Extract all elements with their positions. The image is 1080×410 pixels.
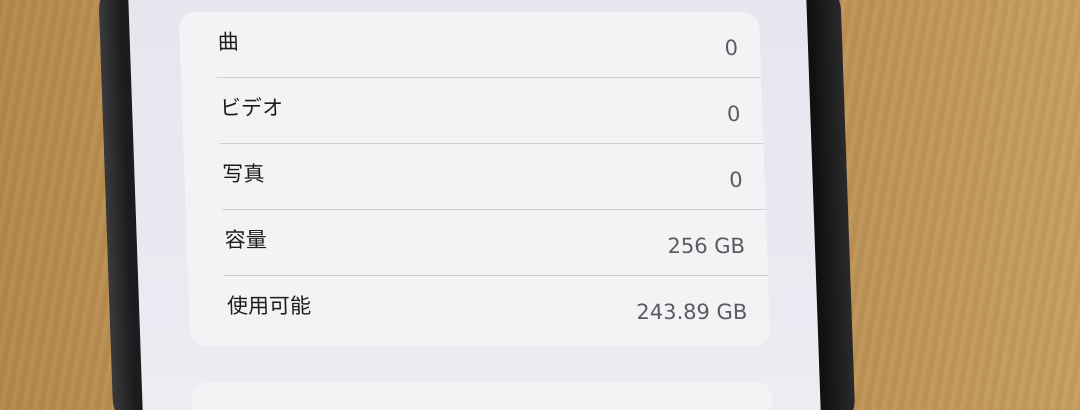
photo-scene: 曲 0 ビデオ 0 写真 0 容量 256 GB 使用可能 243.89 GB [0, 0, 1080, 410]
row-value: 243.89 GB [635, 300, 748, 324]
row-label: 容量 [224, 228, 268, 252]
row-photos[interactable]: 写真 0 [183, 144, 766, 210]
row-available[interactable]: 使用可能 243.89 GB [188, 276, 770, 342]
row-value: 0 [728, 168, 744, 192]
phone-screen: 曲 0 ビデオ 0 写真 0 容量 256 GB 使用可能 243.89 GB [128, 0, 821, 410]
row-label: 曲 [217, 30, 240, 54]
row-value: 0 [724, 36, 739, 60]
row-videos[interactable]: ビデオ 0 [181, 78, 764, 144]
row-songs[interactable]: 曲 0 [179, 12, 762, 78]
row-value: 0 [726, 102, 741, 126]
row-label: 使用可能 [226, 294, 312, 318]
row-label: ビデオ [219, 96, 284, 120]
row-capacity[interactable]: 容量 256 GB [186, 210, 768, 276]
row-value: 256 GB [667, 234, 746, 258]
row-label: 写真 [222, 162, 265, 186]
about-info-card: 曲 0 ビデオ 0 写真 0 容量 256 GB 使用可能 243.89 GB [178, 12, 771, 346]
next-section-card [191, 382, 774, 410]
